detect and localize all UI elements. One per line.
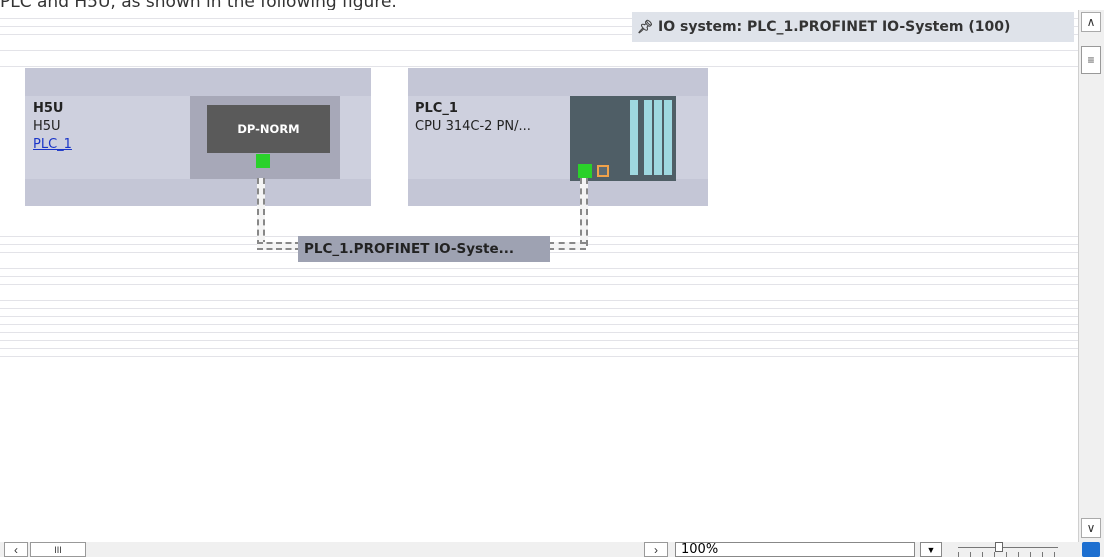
zoom-slider-knob[interactable] xyxy=(995,542,1003,552)
network-view-canvas[interactable]: 📌︎ IO system: PLC_1.PROFINET IO-System (… xyxy=(0,10,1078,542)
network-cable[interactable] xyxy=(548,242,586,250)
bottom-toolbar: ‹ III › 100% ▼ xyxy=(0,542,1104,557)
chevron-right-icon[interactable]: › xyxy=(644,542,668,557)
device-name: PLC_1 xyxy=(415,101,458,116)
chevron-down-icon[interactable]: ▼ xyxy=(920,542,942,557)
dp-port-icon[interactable] xyxy=(597,165,609,177)
scrollbar-thumb[interactable]: ≡ xyxy=(1081,46,1101,74)
network-cable[interactable] xyxy=(257,178,265,246)
device-type: CPU 314C-2 PN/... xyxy=(415,119,531,134)
network-label[interactable]: PLC_1.PROFINET IO-Syste... xyxy=(298,236,550,262)
device-h5u[interactable]: H5U H5U PLC_1 DP-NORM xyxy=(25,68,371,206)
device-type: H5U xyxy=(33,119,61,134)
device-name: H5U xyxy=(33,101,64,116)
chevron-down-icon[interactable]: ∨ xyxy=(1081,518,1101,538)
chevron-left-icon[interactable]: ‹ xyxy=(4,542,28,557)
device-plc-1[interactable]: PLC_1 CPU 314C-2 PN/... xyxy=(408,68,708,206)
profinet-port-icon[interactable] xyxy=(578,164,592,178)
zoom-input[interactable]: 100% xyxy=(675,542,915,557)
io-system-text: IO system: PLC_1.PROFINET IO-System (100… xyxy=(658,19,1011,35)
pin-icon[interactable]: 📌︎ xyxy=(632,20,658,35)
horizontal-scrollbar-thumb[interactable]: III xyxy=(30,542,86,557)
profinet-port-icon[interactable] xyxy=(256,154,270,168)
network-cable[interactable] xyxy=(580,178,588,246)
vertical-scrollbar[interactable]: ∧ ≡ ∨ xyxy=(1078,10,1104,542)
io-system-label[interactable]: 📌︎ IO system: PLC_1.PROFINET IO-System (… xyxy=(632,12,1074,42)
plc-link[interactable]: PLC_1 xyxy=(33,136,72,154)
dp-norm-module[interactable]: DP-NORM xyxy=(207,105,330,153)
zoom-slider[interactable] xyxy=(958,542,1058,557)
chevron-up-icon[interactable]: ∧ xyxy=(1081,12,1101,32)
overview-navigation-icon[interactable] xyxy=(1082,542,1100,557)
network-cable[interactable] xyxy=(257,242,301,250)
